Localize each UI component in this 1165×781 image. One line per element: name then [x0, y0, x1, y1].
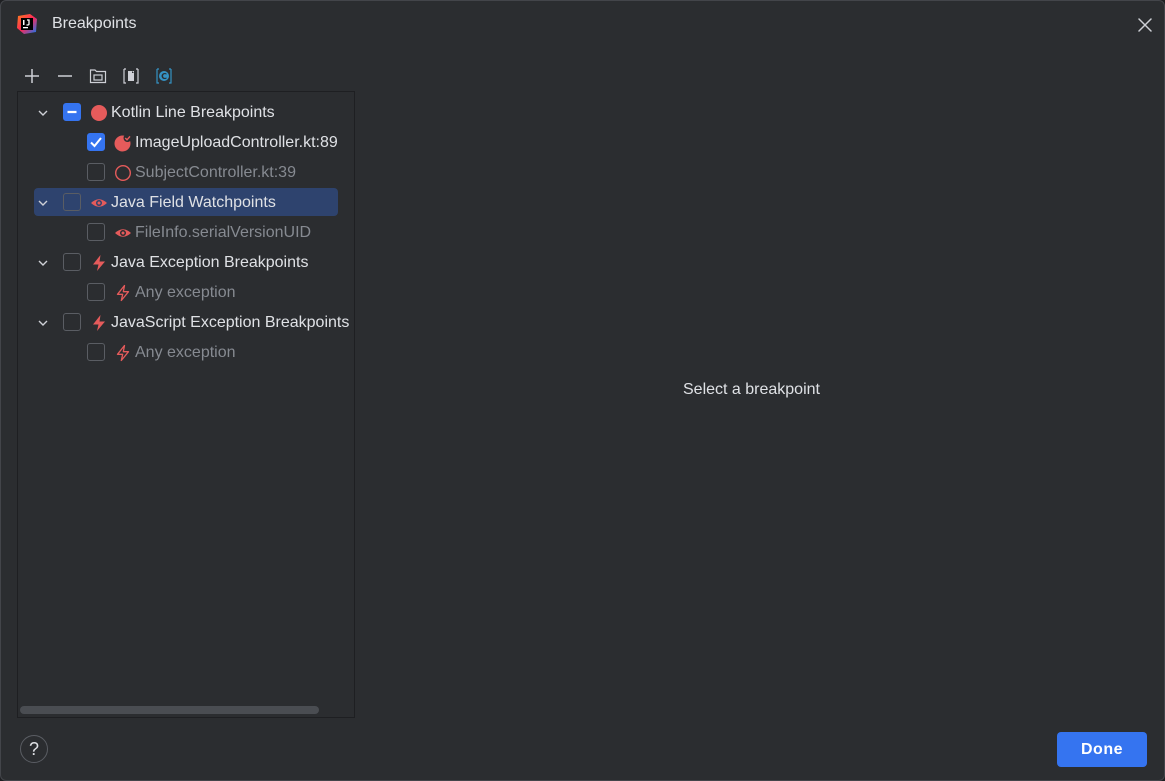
exception-bolt-icon: [93, 255, 105, 271]
verified-breakpoint-icon: [114, 134, 132, 152]
tree-item-fileinfo-serialversionuid[interactable]: FileInfo.serialVersionUID: [18, 218, 354, 248]
breakpoints-dialog: Breakpoints C Kotlin Line Breakpoints Im…: [0, 0, 1165, 781]
horizontal-scrollbar[interactable]: [20, 706, 319, 714]
help-button[interactable]: ?: [20, 735, 48, 763]
minus-icon: [58, 75, 72, 77]
help-icon: ?: [28, 738, 39, 759]
chevron-down-icon[interactable]: [35, 255, 51, 271]
tree-group-javascript-exception-breakpoints[interactable]: JavaScript Exception Breakpoints: [18, 308, 354, 338]
class-group-icon: C: [156, 68, 172, 84]
item-label: Any exception: [135, 284, 236, 301]
group-checkbox[interactable]: [63, 193, 81, 211]
tree-group-kotlin-line-breakpoints[interactable]: Kotlin Line Breakpoints: [18, 98, 354, 128]
partial-mark-icon: [67, 110, 77, 114]
check-mark-icon: [90, 137, 102, 148]
item-label: Any exception: [135, 344, 236, 361]
tree-item-imageuploadcontroller[interactable]: ImageUploadController.kt:89: [18, 128, 354, 158]
chevron-down-icon[interactable]: [35, 195, 51, 211]
item-checkbox[interactable]: [87, 163, 105, 181]
exception-bolt-outline-icon: [116, 344, 130, 362]
group-label: Kotlin Line Breakpoints: [111, 104, 275, 121]
item-checkbox[interactable]: [87, 133, 105, 151]
file-group-icon: [123, 68, 139, 84]
item-checkbox[interactable]: [87, 223, 105, 241]
plus-icon: [25, 69, 39, 83]
group-label: Java Exception Breakpoints: [111, 254, 309, 271]
tree-item-any-exception-javascript[interactable]: Any exception: [18, 338, 354, 368]
exception-bolt-outline-icon: [116, 284, 130, 302]
item-checkbox[interactable]: [87, 283, 105, 301]
tree-group-java-field-watchpoints[interactable]: Java Field Watchpoints: [18, 188, 354, 218]
group-label: JavaScript Exception Breakpoints: [111, 314, 350, 331]
remove-breakpoint-button[interactable]: [52, 63, 78, 89]
svg-text:C: C: [161, 72, 167, 81]
add-breakpoint-button[interactable]: [19, 63, 45, 89]
disabled-breakpoint-ring-icon: [114, 164, 132, 182]
group-by-file-button[interactable]: [118, 63, 144, 89]
group-checkbox[interactable]: [63, 313, 81, 331]
red-breakpoint-dot-icon: [91, 105, 107, 121]
intellij-idea-icon: [17, 14, 37, 34]
title-bar: Breakpoints: [1, 1, 1164, 49]
item-label: ImageUploadController.kt:89: [135, 134, 338, 151]
watchpoint-eye-icon: [91, 199, 107, 207]
group-label: Java Field Watchpoints: [111, 194, 276, 211]
chevron-down-icon[interactable]: [35, 315, 51, 331]
item-label: FileInfo.serialVersionUID: [135, 224, 312, 241]
item-label: SubjectController.kt:39: [135, 164, 296, 181]
group-by-class-button[interactable]: C: [151, 63, 177, 89]
detail-placeholder: Select a breakpoint: [683, 381, 820, 398]
done-button[interactable]: Done: [1057, 732, 1147, 767]
tree-group-java-exception-breakpoints[interactable]: Java Exception Breakpoints: [18, 248, 354, 278]
package-group-icon: [89, 69, 107, 84]
breakpoints-tree[interactable]: Kotlin Line Breakpoints ImageUploadContr…: [17, 91, 355, 718]
group-checkbox[interactable]: [63, 253, 81, 271]
item-checkbox[interactable]: [87, 343, 105, 361]
tree-item-any-exception-java[interactable]: Any exception: [18, 278, 354, 308]
group-checkbox[interactable]: [63, 103, 81, 121]
close-icon[interactable]: [1133, 13, 1157, 37]
tree-item-subjectcontroller[interactable]: SubjectController.kt:39: [18, 158, 354, 188]
dialog-title: Breakpoints: [52, 15, 137, 32]
exception-bolt-icon: [93, 315, 105, 331]
chevron-down-icon[interactable]: [35, 105, 51, 121]
watchpoint-eye-icon: [115, 229, 131, 237]
group-by-package-button[interactable]: [85, 63, 111, 89]
